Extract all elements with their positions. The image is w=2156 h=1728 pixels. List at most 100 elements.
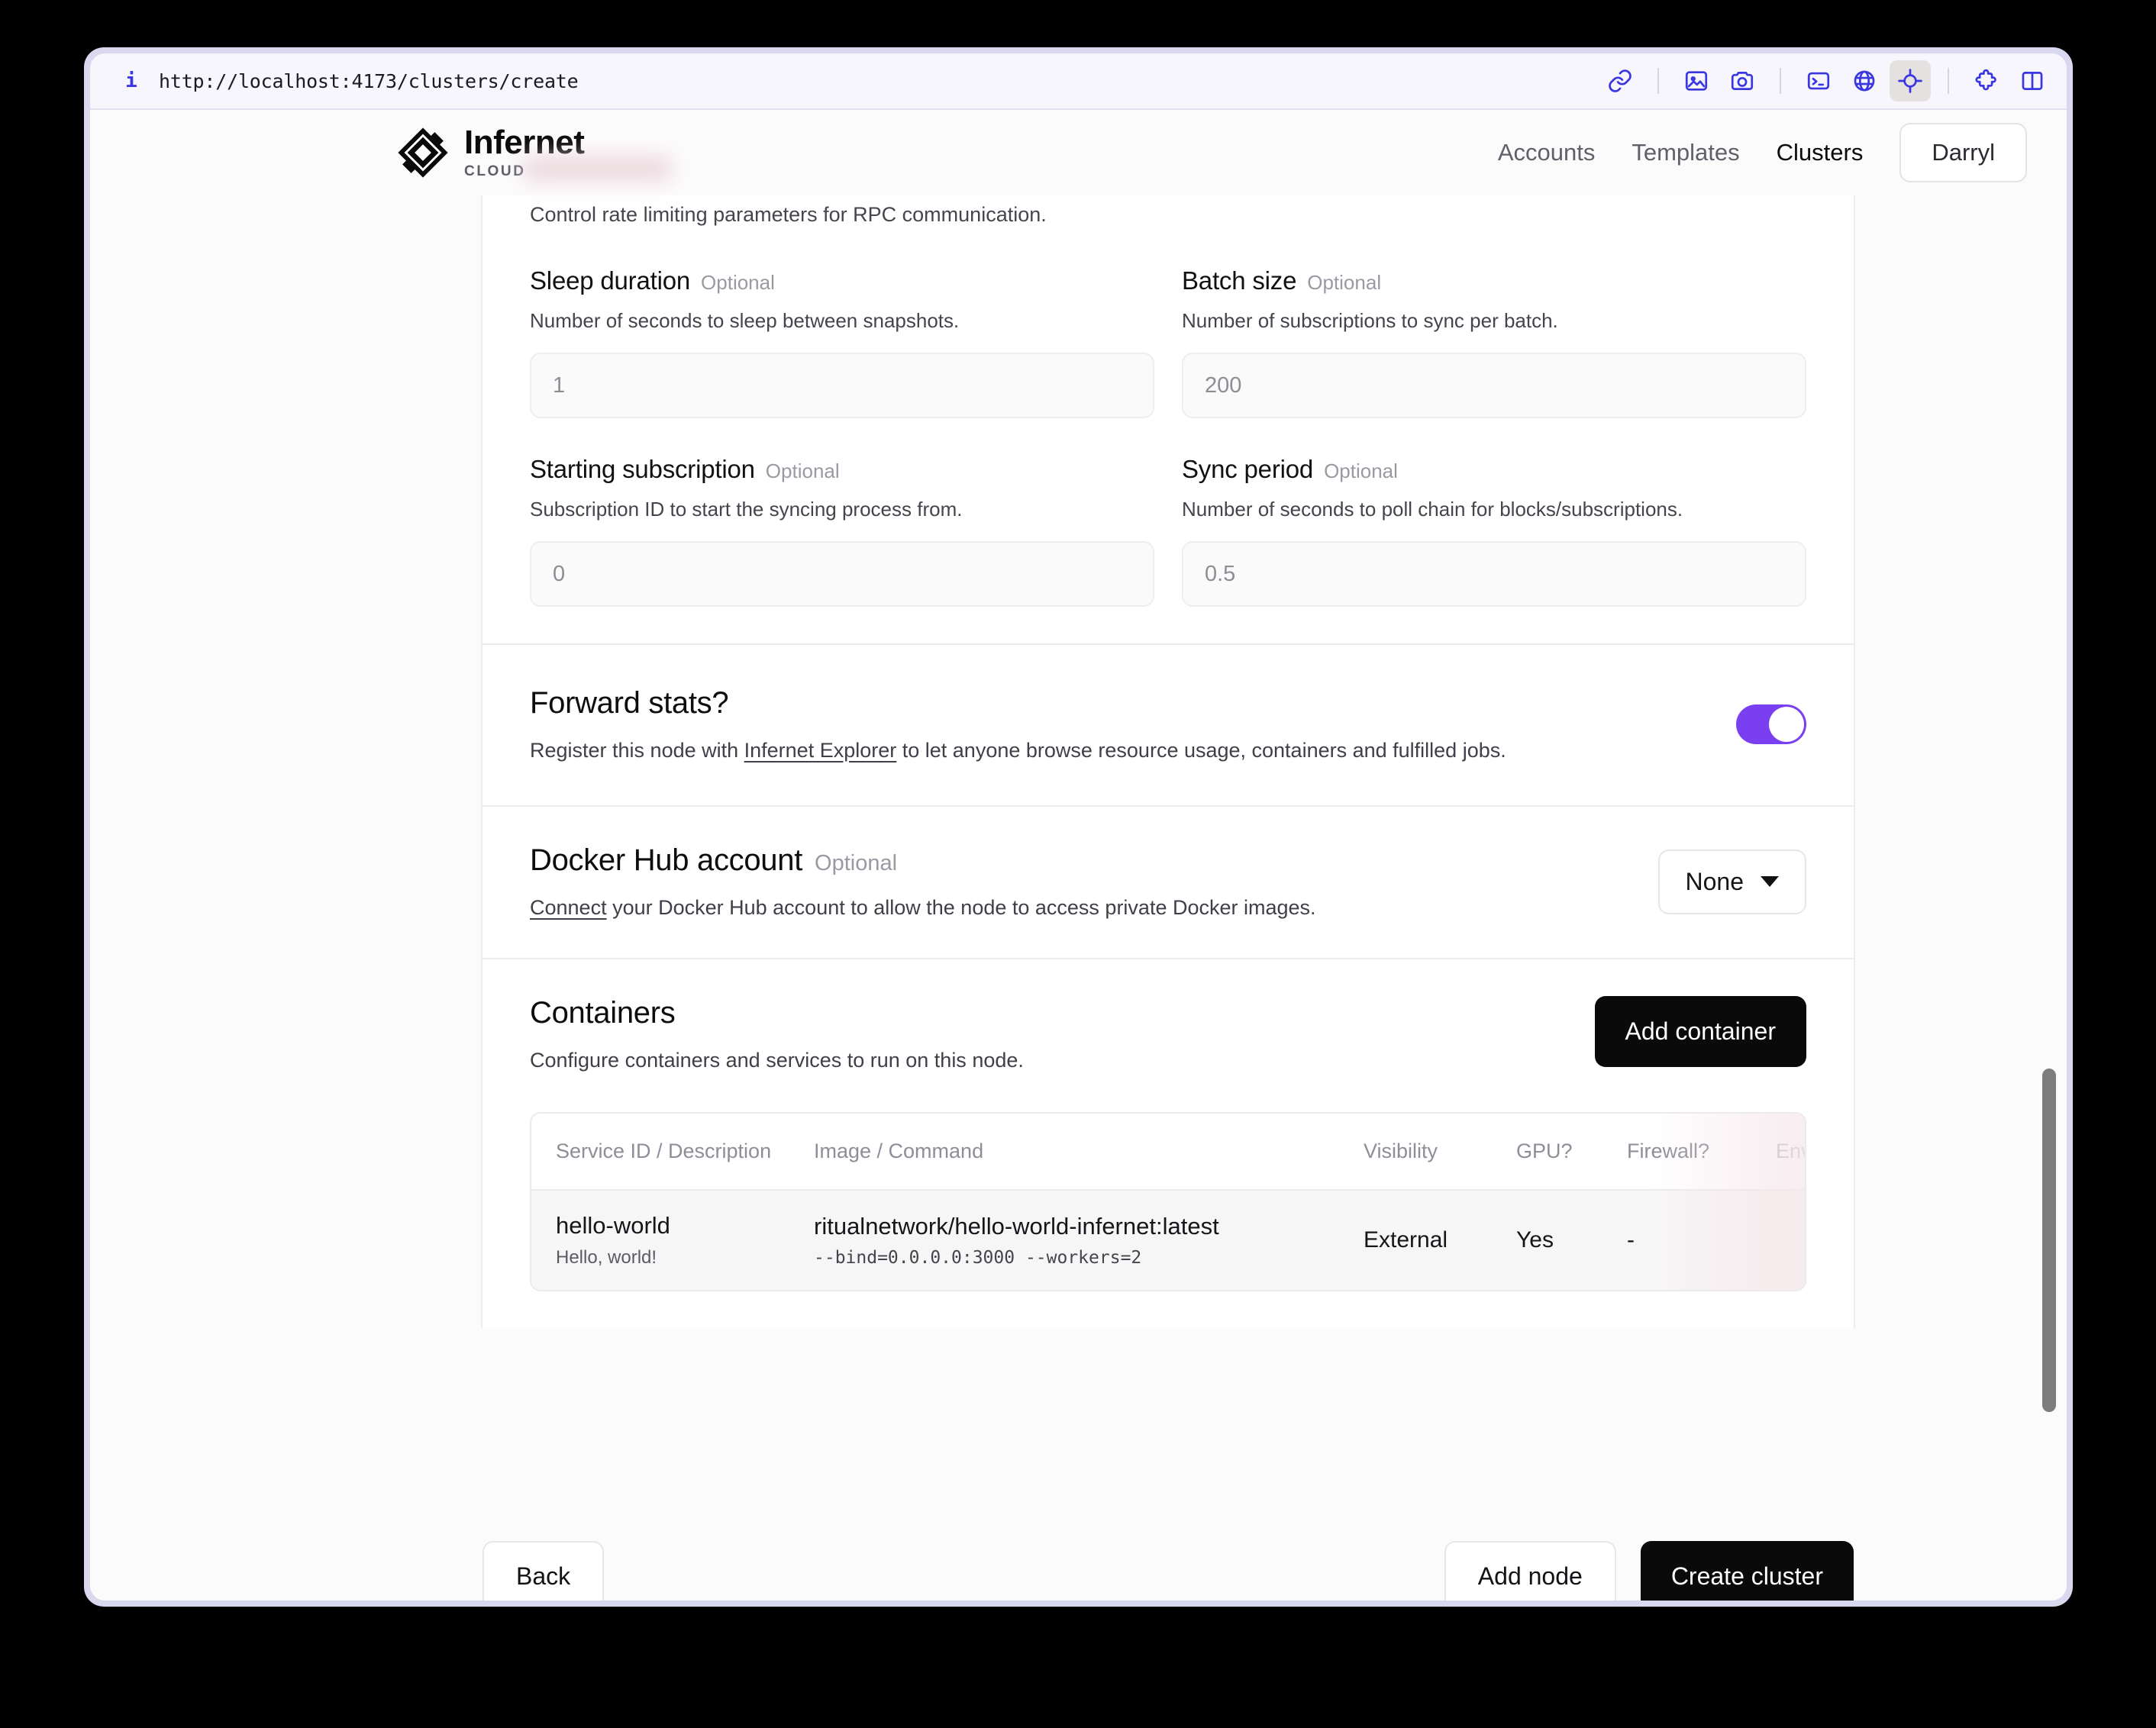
docker-hub-account-select[interactable]: None: [1657, 849, 1806, 914]
redacted-region: [521, 156, 673, 182]
rate-limit-section: Control rate limiting parameters for RPC…: [483, 195, 1854, 643]
row-menu-icon[interactable]: [1776, 1227, 1805, 1254]
docker-hub-title: Docker Hub account: [530, 843, 803, 877]
field-label-row: Sync period Optional: [1182, 455, 1806, 484]
docker-hub-row: Docker Hub account Optional Connect your…: [530, 807, 1806, 958]
column-header-gpu: GPU?: [1516, 1114, 1627, 1191]
desc-after: your Docker Hub account to allow the nod…: [606, 896, 1316, 919]
containers-table: Service ID / Description Image / Command…: [531, 1114, 1805, 1290]
service-description: Hello, world!: [556, 1247, 657, 1268]
field-description: Number of seconds to poll chain for bloc…: [1182, 498, 1683, 521]
containers-header: Containers Configure containers and serv…: [530, 996, 1806, 1072]
select-value: None: [1685, 867, 1744, 895]
link-icon[interactable]: [1599, 60, 1641, 102]
terminal-icon[interactable]: [1798, 60, 1839, 102]
sleep-duration-input[interactable]: [530, 353, 1154, 418]
column-header-firewall: Firewall?: [1627, 1114, 1776, 1191]
image-command: --bind=0.0.0.0:3000 --workers=2: [814, 1248, 1142, 1268]
column-header-service: Service ID / Description: [531, 1114, 814, 1191]
forward-stats-description: Register this node with Infernet Explore…: [530, 739, 1713, 762]
nav-item-templates[interactable]: Templates: [1632, 139, 1739, 166]
docker-hub-description: Connect your Docker Hub account to allow…: [530, 896, 1635, 920]
user-menu-button[interactable]: Darryl: [1899, 123, 2027, 182]
cell-image: ritualnetwork/hello-world-infernet:lates…: [814, 1190, 1364, 1290]
service-id: hello-world: [556, 1212, 670, 1239]
nav-item-accounts[interactable]: Accounts: [1498, 139, 1596, 166]
cell-firewall: -: [1627, 1190, 1776, 1290]
infernet-logo-icon: [398, 127, 448, 178]
field-optional-tag: Optional: [1324, 459, 1398, 482]
forward-stats-toggle[interactable]: [1736, 704, 1806, 744]
starting-subscription-input[interactable]: [530, 541, 1154, 607]
forward-stats-title: Forward stats?: [530, 686, 729, 720]
split-panel-icon[interactable]: [2012, 60, 2053, 102]
field-label-row: Batch size Optional: [1182, 266, 1806, 295]
containers-table-wrapper: Service ID / Description Image / Command…: [530, 1112, 1806, 1291]
field-description: Number of subscriptions to sync per batc…: [1182, 309, 1558, 332]
forward-stats-row: Forward stats? Register this node with I…: [530, 645, 1806, 805]
field-sleep-duration: Sleep duration Optional Number of second…: [530, 266, 1154, 418]
field-grid-row-2: Starting subscription Optional Subscript…: [530, 455, 1806, 643]
containers-description: Configure containers and services to run…: [530, 1049, 1024, 1072]
connect-link[interactable]: Connect: [530, 896, 607, 919]
brand[interactable]: Infernet CLOUD: [397, 125, 673, 182]
toolbar-separator: [1780, 68, 1781, 94]
create-cluster-button[interactable]: Create cluster: [1640, 1541, 1854, 1601]
desc-before: Register this node with: [530, 739, 744, 762]
info-icon: i: [125, 69, 137, 92]
add-container-button[interactable]: Add container: [1594, 996, 1806, 1067]
cell-row-menu[interactable]: [1776, 1190, 1805, 1290]
browser-window-inner: i http://localhost:4173/clusters/create: [90, 53, 2067, 1601]
field-description: Number of seconds to sleep between snaps…: [530, 309, 960, 332]
sync-period-input[interactable]: [1182, 541, 1806, 607]
browser-url-bar: i http://localhost:4173/clusters/create: [90, 53, 2067, 110]
field-label-row: Sleep duration Optional: [530, 266, 1154, 295]
cell-visibility: External: [1364, 1190, 1516, 1290]
page-scrollbar-thumb[interactable]: [2042, 1069, 2056, 1412]
nav-item-clusters[interactable]: Clusters: [1777, 139, 1864, 166]
rate-limit-description: Control rate limiting parameters for RPC…: [530, 203, 1047, 226]
containers-title: Containers: [530, 996, 676, 1030]
field-optional-tag: Optional: [701, 271, 775, 294]
forward-stats-section: Forward stats? Register this node with I…: [483, 645, 1854, 805]
globe-icon[interactable]: [1844, 60, 1885, 102]
browser-window: i http://localhost:4173/clusters/create: [84, 47, 2073, 1607]
field-starting-subscription: Starting subscription Optional Subscript…: [530, 455, 1154, 607]
column-header-visibility: Visibility: [1364, 1114, 1516, 1191]
field-label: Sleep duration: [530, 266, 691, 295]
batch-size-input[interactable]: [1182, 353, 1806, 418]
url-text[interactable]: http://localhost:4173/clusters/create: [159, 70, 579, 92]
footer-actions: Add node Create cluster: [1444, 1541, 1854, 1601]
puzzle-icon[interactable]: [1966, 60, 2007, 102]
docker-hub-optional-tag: Optional: [815, 851, 898, 875]
table-head: Service ID / Description Image / Command…: [531, 1114, 1805, 1191]
infernet-explorer-link[interactable]: Infernet Explorer: [744, 739, 897, 762]
containers-section: Containers Configure containers and serv…: [483, 959, 1854, 1328]
docker-hub-texts: Docker Hub account Optional Connect your…: [530, 843, 1635, 920]
image-icon[interactable]: [1676, 60, 1717, 102]
field-batch-size: Batch size Optional Number of subscripti…: [1182, 266, 1806, 418]
field-sync-period: Sync period Optional Number of seconds t…: [1182, 455, 1806, 607]
image-name: ritualnetwork/hello-world-infernet:lates…: [814, 1213, 1219, 1240]
form-footer: Back Add node Create cluster: [481, 1541, 1855, 1601]
add-node-button[interactable]: Add node: [1444, 1541, 1616, 1601]
field-label: Starting subscription: [530, 455, 755, 483]
table-row[interactable]: hello-world Hello, world! ritualnetwork/…: [531, 1190, 1805, 1290]
chevron-down-icon: [1761, 876, 1779, 887]
cluster-form-card: Control rate limiting parameters for RPC…: [481, 195, 1855, 1328]
target-icon[interactable]: [1890, 60, 1931, 102]
browser-toolbar: [1599, 60, 2053, 102]
field-label-row: Starting subscription Optional: [530, 455, 1154, 484]
app-header: Infernet CLOUD Accounts Templates Cluste…: [90, 110, 2067, 195]
column-header-image: Image / Command: [814, 1114, 1364, 1191]
docker-hub-title-row: Docker Hub account Optional: [530, 843, 1635, 878]
page-content: Infernet CLOUD Accounts Templates Cluste…: [90, 110, 2067, 1601]
back-button[interactable]: Back: [483, 1541, 605, 1601]
toolbar-separator: [1948, 68, 1949, 94]
toolbar-separator: [1657, 68, 1659, 94]
table-body: hello-world Hello, world! ritualnetwork/…: [531, 1190, 1805, 1290]
desc-after: to let anyone browse resource usage, con…: [896, 739, 1506, 762]
camera-icon[interactable]: [1722, 60, 1763, 102]
field-description: Subscription ID to start the syncing pro…: [530, 498, 963, 521]
cell-gpu: Yes: [1516, 1190, 1627, 1290]
